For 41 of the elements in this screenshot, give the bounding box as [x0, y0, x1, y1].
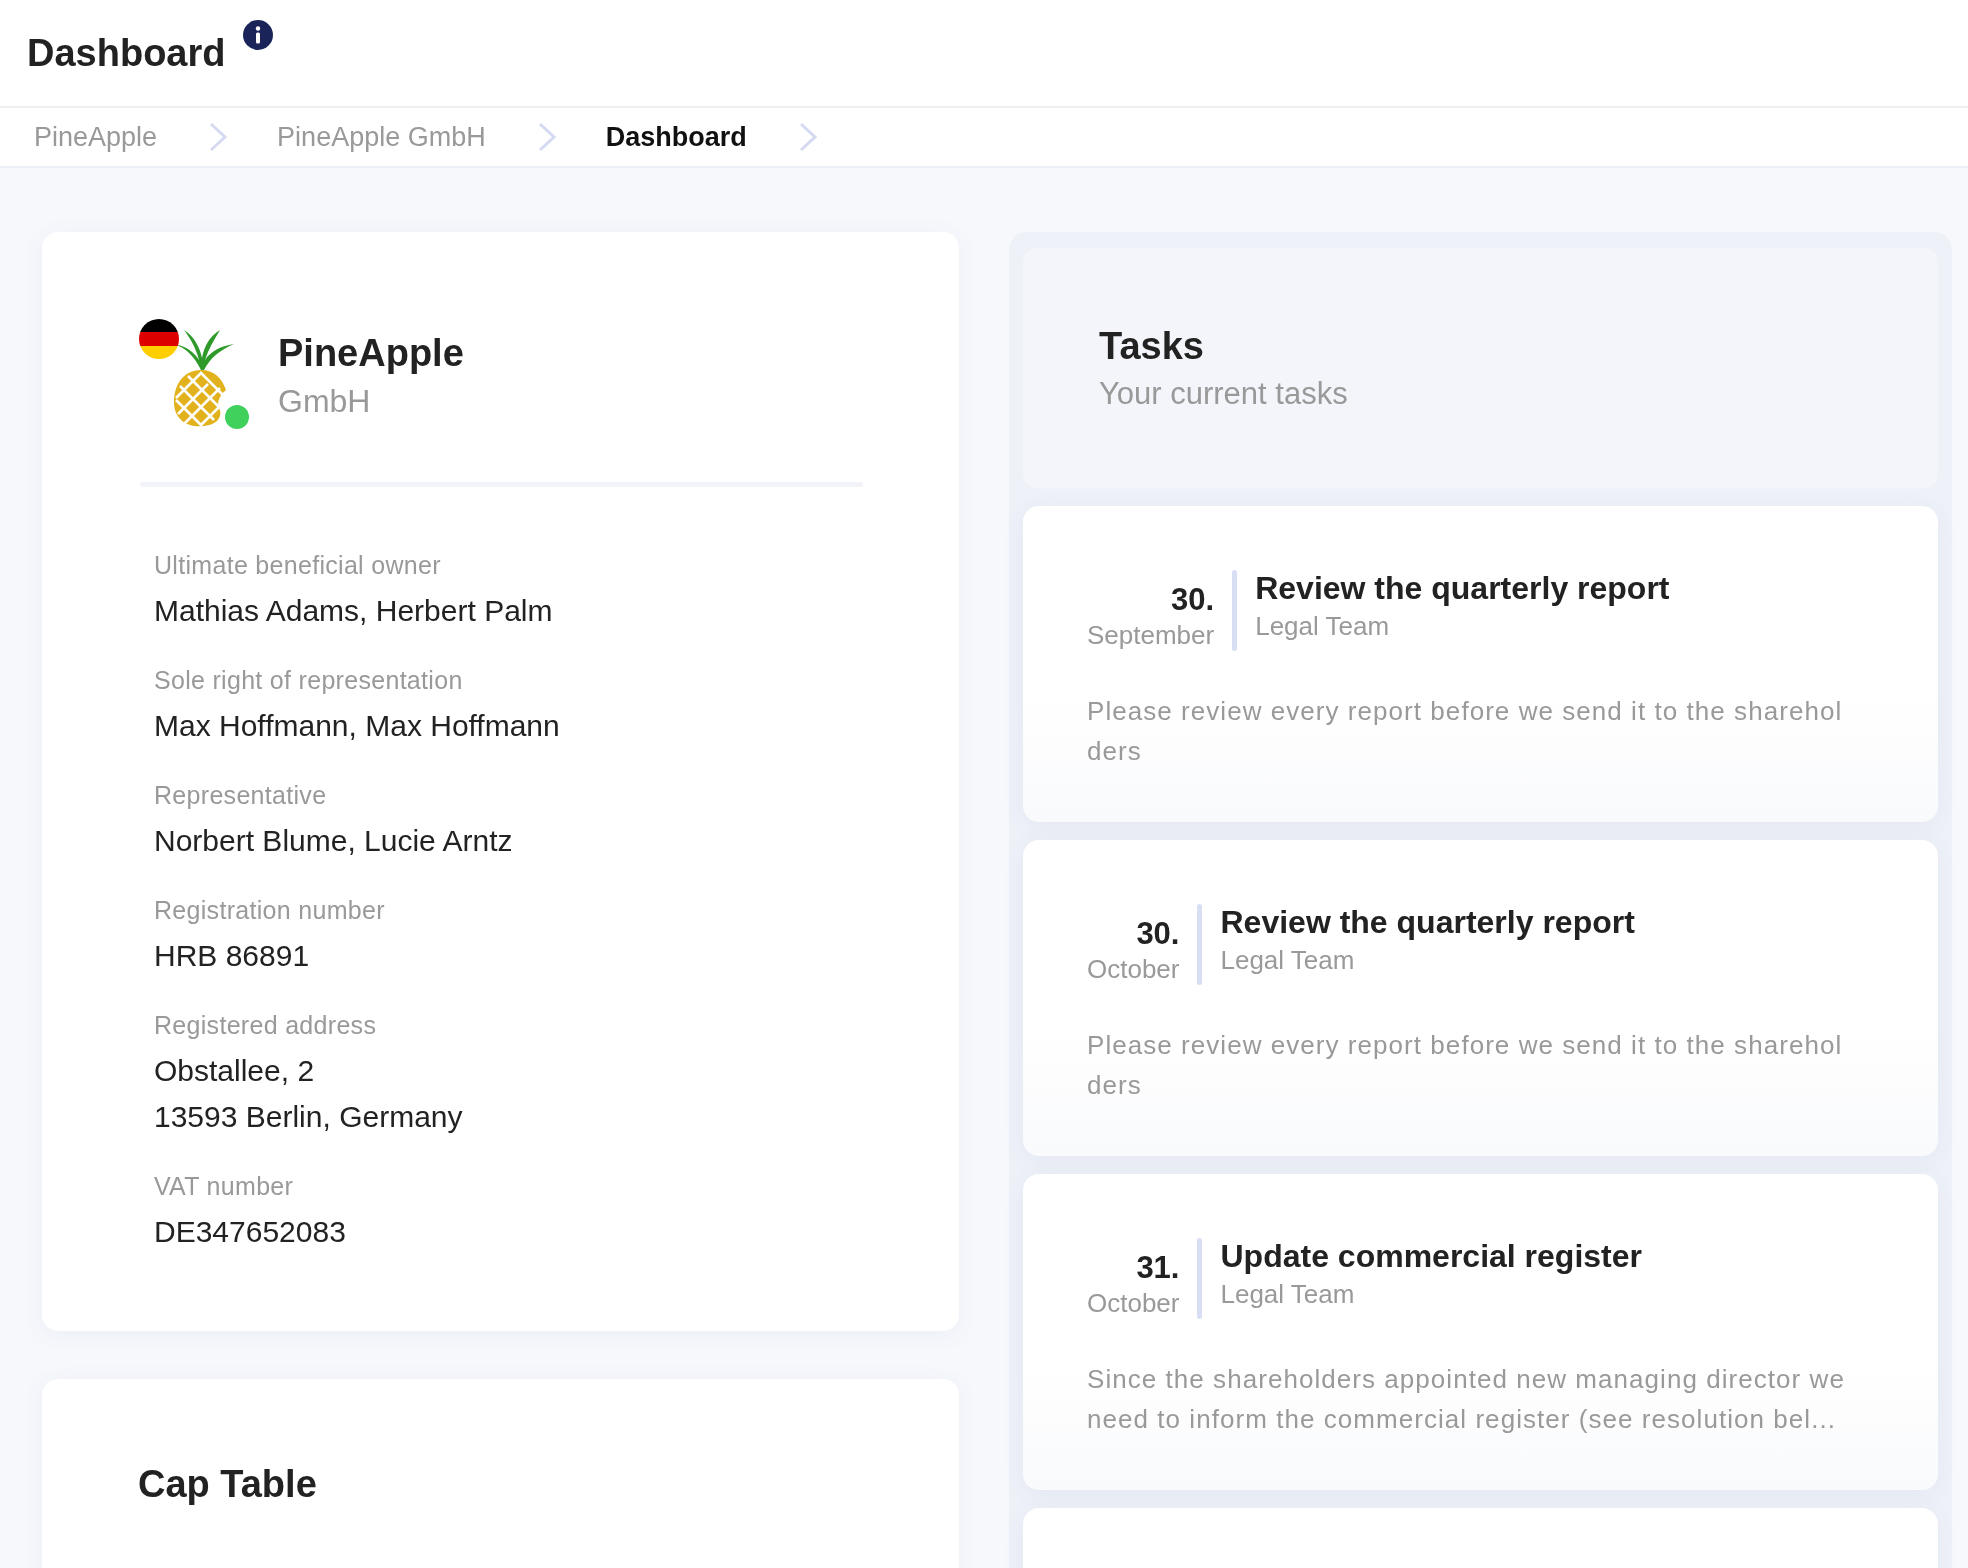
task-description: Please review every report before we send it to the shareholders [1087, 1029, 1844, 1102]
task-title: Update commercial register [1220, 1238, 1642, 1275]
card-title: Cap Table [138, 1463, 318, 1506]
field-value: Obstallee, 2 [154, 1053, 316, 1089]
field-value: Max Hoffmann, Max Hoffmann [154, 708, 561, 744]
germany-flag-icon [138, 318, 180, 360]
field-label: Sole right of representation [154, 666, 464, 695]
task-day: 30. [1136, 916, 1180, 952]
legal-form: GmbH [278, 383, 372, 420]
task-month: September [1087, 620, 1215, 651]
field-label: Ultimate beneficial owner [154, 551, 442, 580]
tasks-subtitle: Your current tasks [1099, 375, 1349, 412]
breadcrumb-link[interactable]: Dashboard [605, 121, 747, 153]
task-title: Review the quarterly report [1220, 904, 1635, 941]
tasks-title: Tasks [1099, 324, 1205, 368]
task-team: Legal Team [1220, 1279, 1356, 1310]
chevron-icon [207, 120, 230, 154]
task-card[interactable]: 31. October Update commercial register Legal Team Since the shareholders appointed new managing director we need to inform the commercial register (see resolution bel... [1023, 1174, 1938, 1490]
task-description: Since the shareholders appointed new managing director we need to inform the commercial register (see resolution bel... [1087, 1363, 1846, 1436]
task-card[interactable]: 30. September Review the quarterly report Legal Team Please review every report before we send it to the shareholders [1023, 506, 1938, 822]
task-description: Please review every report before we send it to the shareholders [1087, 695, 1844, 768]
field-label: Registered address [154, 1011, 378, 1040]
task-day: 31. [1136, 1250, 1180, 1286]
company-name: PineApple [278, 332, 464, 375]
task-month: October [1087, 1288, 1180, 1319]
field-label: Representative [154, 781, 328, 810]
task-team: Legal Team [1255, 611, 1391, 642]
info-icon[interactable] [243, 20, 274, 50]
field-label: VAT number [154, 1172, 295, 1201]
field-value: DE347652083 [154, 1214, 347, 1250]
page-title: Dashboard [27, 31, 226, 75]
task-card[interactable]: 30. October Review the quarterly report Legal Team Please review every report before we send it to the shareholders [1023, 840, 1938, 1156]
field-value: 13593 Berlin, Germany [154, 1099, 464, 1135]
field-value: HRB 86891 [154, 938, 311, 974]
field-label: Registration number [154, 896, 386, 925]
field-value: Mathias Adams, Herbert Palm [154, 593, 554, 629]
task-month: October [1087, 954, 1180, 985]
task-team: Legal Team [1220, 945, 1356, 976]
field-value: Norbert Blume, Lucie Arntz [154, 823, 514, 859]
task-title: Review the quarterly report [1255, 570, 1670, 607]
task-day: 30. [1171, 582, 1215, 618]
